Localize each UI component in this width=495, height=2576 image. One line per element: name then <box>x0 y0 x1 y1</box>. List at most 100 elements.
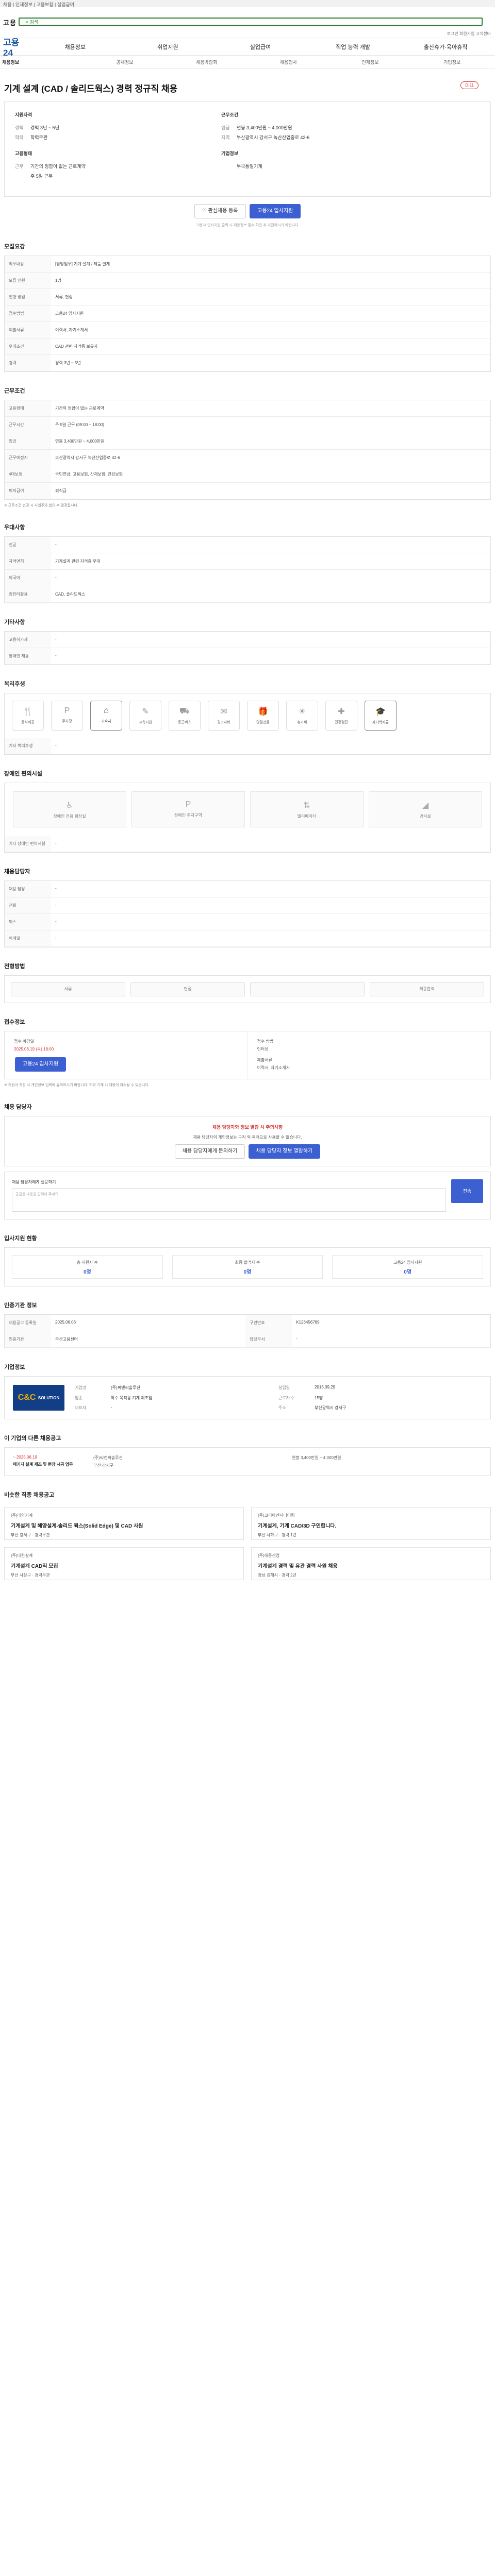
send-question-button[interactable]: 전송 <box>451 1179 483 1204</box>
nav-item[interactable]: 직업 능력 개발 <box>307 43 400 51</box>
row-value: K123456789 <box>292 1315 490 1332</box>
welfare-icon: ✚ <box>338 707 345 717</box>
table-row: 고용형태 기간의 정함이 없는 근로계약 <box>5 400 490 417</box>
question-textarea[interactable]: 궁금한 내용을 입력해 주세요. <box>12 1188 446 1212</box>
search-input[interactable]: ⌕ 검색 <box>19 18 483 26</box>
facility-item: ⇅ 엘리베이터 <box>250 791 364 828</box>
row-label: 컴퓨터활용 <box>5 586 51 603</box>
process-step: 최종합격 <box>370 982 484 997</box>
table-row: 컴퓨터활용 CAD, 솔리드웍스 <box>5 586 490 603</box>
row-label: 4대보험 <box>5 466 51 483</box>
subnav-item[interactable]: 인재정보 <box>329 59 411 65</box>
section-title: 이 기업의 다른 채용공고 <box>4 1435 61 1442</box>
card-meta: 부산 사하구 · 경력 1년 <box>258 1533 296 1538</box>
disab-extra-value: - <box>51 836 490 853</box>
welfare-item: ☀ 휴가비 <box>286 701 318 731</box>
nav-item[interactable]: 실업급여 <box>214 43 307 51</box>
subnav-item[interactable]: 채용정보 <box>2 59 84 65</box>
row-value: - <box>51 897 490 914</box>
similar-job-card[interactable]: (주)대한설계 기계설계 CAD직 모집 부산 사상구 · 경력무관 <box>4 1547 244 1581</box>
row-label: 고용형태 <box>5 400 51 417</box>
row-label: 구인번호 <box>245 1315 292 1332</box>
row-label: 이메일 <box>5 930 51 947</box>
nav-item[interactable]: 출산휴가·육아휴직 <box>399 43 492 51</box>
row-value: 이력서, 자기소개서 <box>51 321 490 338</box>
row-value: - <box>292 1331 490 1348</box>
welfare-icon: ✎ <box>142 707 149 717</box>
welfare-label: 경조사비 <box>217 721 230 725</box>
disability-facilities: ♿ 장애인 전용 화장실 P 장애인 주차구역 ⇅ 엘리베이터 ◢ 경사로 기타 장애인 편의… <box>4 783 491 853</box>
row-label: 전형 방법 <box>5 289 51 306</box>
welfare-grid: 🍴 중식제공 P 주차장 ⌂ 기숙사 ✎ 교육지원 ⛟ 통근버스 ✉ 경조사비 🎁 명절선물 ☀ 휴가비 ✚ 건강… <box>4 693 491 755</box>
card-meta: 부산 사상구 · 경력무관 <box>11 1573 50 1578</box>
welfare-item: ✉ 경조사비 <box>208 701 240 731</box>
card-meta: 부산 강서구 · 경력무관 <box>11 1533 50 1538</box>
welfare-item: ✎ 교육지원 <box>129 701 161 731</box>
row-value: 국민연금, 고용보험, 산재보험, 건강보험 <box>51 466 490 483</box>
section-title: 기업정보 <box>4 1364 25 1371</box>
section-title: 기타사항 <box>4 619 25 626</box>
section-title: 접수정보 <box>4 1019 25 1026</box>
process-step <box>250 982 365 997</box>
row-value: 1명 <box>51 272 490 289</box>
apply-button[interactable]: 고용24 입사지원 <box>250 204 301 218</box>
process-step: 서류 <box>11 982 125 997</box>
company-label: 대표자 <box>75 1405 87 1411</box>
facility-item: ♿ 장애인 전용 화장실 <box>13 791 126 828</box>
receive-apply-button[interactable]: 고용24 입사지원 <box>15 1057 67 1072</box>
row-value: 기계설계 관련 자격증 우대 <box>51 553 490 570</box>
nav-item[interactable]: 취업지원 <box>122 43 214 51</box>
subnav-item[interactable]: 공채정보 <box>84 59 166 65</box>
stat-card: 총 지원자 수 0명 <box>12 1255 163 1279</box>
brand-logo[interactable]: 고용24 <box>3 35 29 58</box>
applicant-stats: 총 지원자 수 0명 최종 합격자 수 0명 고용24 입사지원 0명 <box>4 1247 491 1287</box>
section-title: 장애인 편의시설 <box>4 771 42 777</box>
recommended-job[interactable]: ~ 2025.06.19 패키지 설계 제조 및 현장 시공 업무 (주)씨앤씨솔… <box>4 1447 491 1477</box>
row-label: 직무내용 <box>5 256 51 273</box>
company-label: 업종 <box>75 1395 82 1400</box>
nav-item[interactable]: 채용정보 <box>29 43 122 51</box>
card-company: (주)대한설계 <box>11 1553 33 1558</box>
table-row: 채용 담당 - <box>5 881 490 898</box>
top-link-bar: 채용 | 인재정보 | 고용보험 | 실업급여 <box>0 0 495 7</box>
facility-label: 장애인 전용 화장실 <box>53 814 86 819</box>
row-value: - <box>51 537 490 554</box>
similar-job-card[interactable]: (주)코리아엔지니어링 기계설계, 기계 CAD/3D 구인합니다. 부산 사하구 … <box>251 1507 491 1540</box>
row-value: [담당업무] 기계 설계 / 제품 설계 <box>51 256 490 273</box>
subnav-item[interactable]: 채용박람회 <box>166 59 248 65</box>
work-conditions-table: 고용형태 기간의 정함이 없는 근로계약 근무시간 주 5일 근무 (09:00 ~ … <box>4 400 491 500</box>
row-label: 근무예정지 <box>5 449 51 466</box>
welfare-icon: 🎁 <box>258 707 268 717</box>
view-assignee-button[interactable]: 채용 담당자 정보 열람하기 <box>248 1144 321 1159</box>
subnav-item[interactable]: 채용행사 <box>248 59 329 65</box>
row-label: 모집 인원 <box>5 272 51 289</box>
facility-icon: P <box>185 800 191 809</box>
table-row: 팩스 - <box>5 913 490 931</box>
welfare-icon: ☀ <box>298 707 306 717</box>
table-row: 4대보험 국민연금, 고용보험, 산재보험, 건강보험 <box>5 466 490 483</box>
similar-job-card[interactable]: (주)대양기계 기계설계 및 해양설계-솔리드 웍스(Solid Edge) 및 … <box>4 1507 244 1540</box>
table-row: 자격면허 기계설계 관련 자격증 우대 <box>5 553 490 570</box>
site-logo[interactable]: 고용 <box>3 18 16 27</box>
row-value: 주 5일 근무 (09:00 ~ 18:00) <box>51 416 490 433</box>
contact-assignee-button[interactable]: 채용 담당자에게 문의하기 <box>174 1144 245 1159</box>
welfare-item: 🎓 자녀학자금 <box>365 701 397 731</box>
row-label: 담당부서 <box>245 1331 292 1348</box>
company-value: 특수 목적용 기계 제조업 <box>111 1395 153 1400</box>
table-row: 채용공고 등록일 2025.06.06 구인번호 K123456789 <box>5 1315 490 1332</box>
welfare-label: 교육지원 <box>139 721 152 725</box>
company-value: - <box>111 1405 112 1410</box>
row-value: - <box>51 930 490 947</box>
section-title: 전형방법 <box>4 963 25 970</box>
row-value: 서류, 면접 <box>51 289 490 306</box>
section-title: 인증기관 정보 <box>4 1302 37 1309</box>
row-label: 인증기관 <box>5 1331 51 1348</box>
favorite-button[interactable]: ♡ 관심채용 등록 <box>194 204 246 218</box>
header-util-links[interactable]: 로그인 회원가입 고객센터 <box>447 31 491 37</box>
welfare-icon: P <box>64 706 70 716</box>
welfare-item: 🎁 명절선물 <box>247 701 279 731</box>
section-title: 채용 담당자 <box>4 1104 32 1111</box>
similar-job-card[interactable]: (주)해동산업 기계설계 경력 및 유관 경력 사원 채용 경남 김해시 · 경력 … <box>251 1547 491 1581</box>
summary-qualification: 지원자격 경력 경력 3년 ~ 5년 학력 학력무관 고용형태 근무 기간의 정함이 … <box>15 112 86 179</box>
subnav-item[interactable]: 기업정보 <box>411 59 493 65</box>
